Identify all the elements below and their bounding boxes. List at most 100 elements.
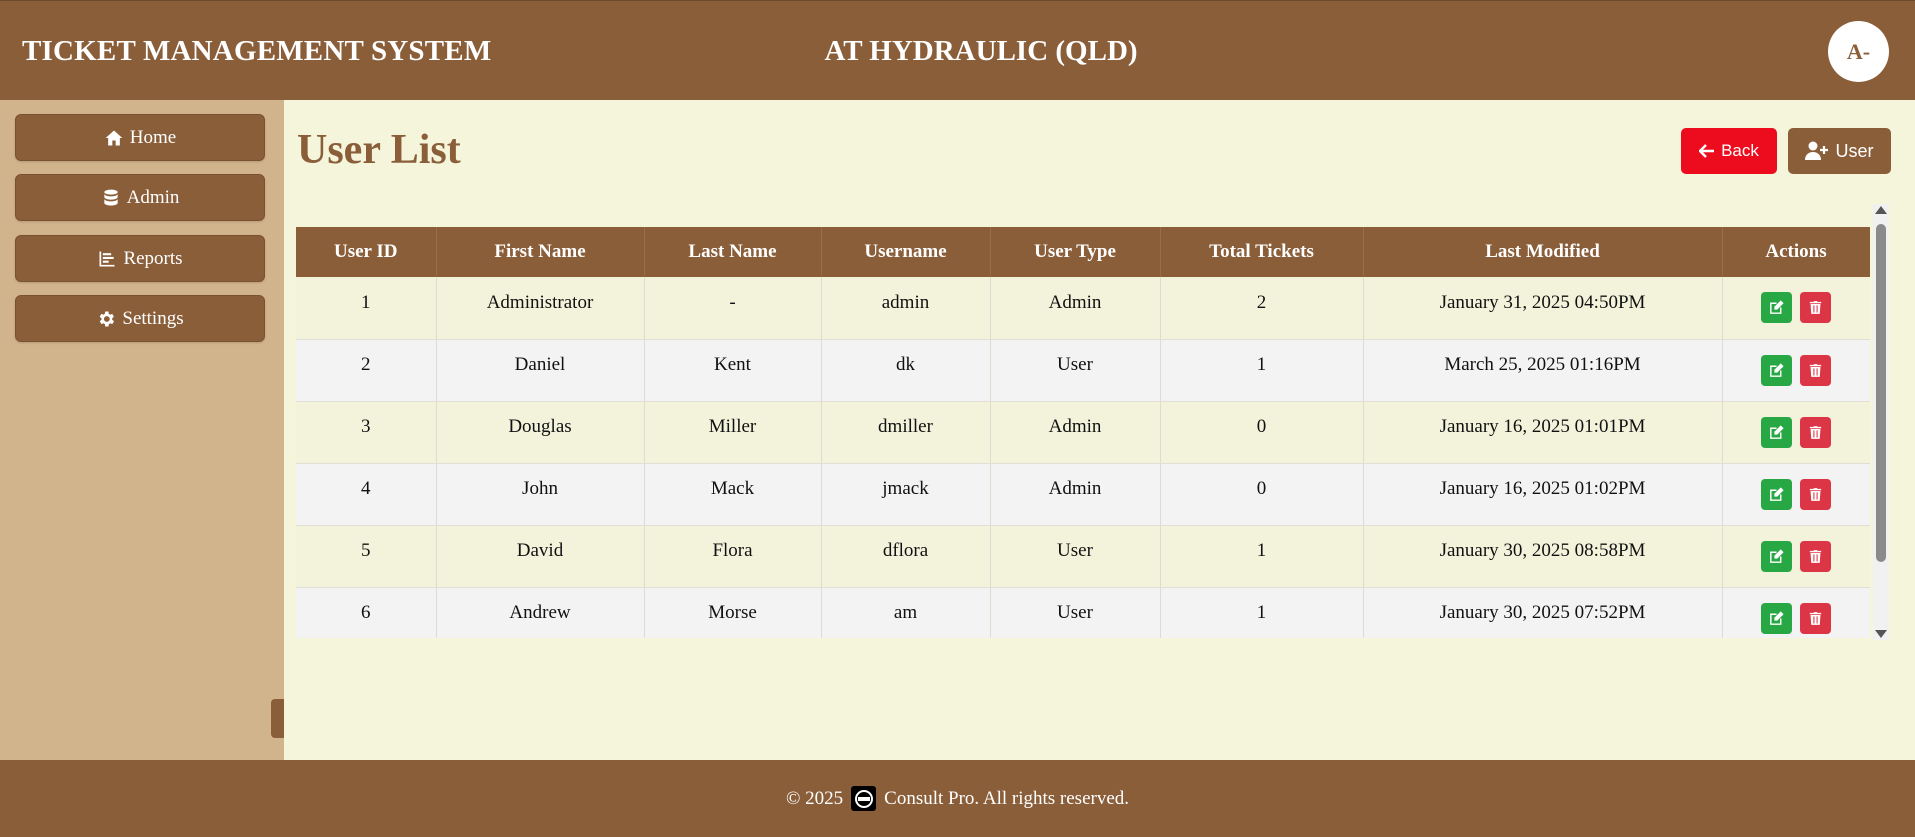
- table-row: 6 Andrew Morse am User 1 January 30, 2025 07:5…: [296, 587, 1870, 638]
- table-cell-modified: January 30, 2025 08:58PM: [1363, 525, 1723, 588]
- table-cell-first: Douglas: [436, 401, 645, 464]
- user-avatar[interactable]: A-: [1828, 21, 1889, 82]
- edit-button[interactable]: [1761, 354, 1792, 386]
- table-cell-first: Administrator: [436, 277, 645, 340]
- table-cell-id: 1: [296, 277, 437, 340]
- sidebar-item-label: Admin: [126, 186, 180, 208]
- back-button[interactable]: Back: [1681, 128, 1777, 174]
- edit-icon: [1770, 610, 1784, 625]
- table-body: 1 Administrator - admin Admin 2 January 31, 20…: [296, 277, 1870, 638]
- table-cell-last: Morse: [644, 587, 822, 638]
- table-scrollbar[interactable]: [1873, 204, 1889, 640]
- edit-icon: [1770, 362, 1784, 377]
- delete-button[interactable]: [1800, 416, 1831, 448]
- edit-button[interactable]: [1761, 292, 1792, 324]
- trash-icon: [1809, 363, 1822, 377]
- table-row: 5 David Flora dflora User 1 January 30, 2025 0…: [296, 525, 1870, 588]
- edit-button[interactable]: [1761, 416, 1792, 448]
- trash-icon: [1809, 425, 1822, 439]
- table-cell-type: User: [990, 525, 1161, 588]
- sidebar-item-label: Home: [129, 126, 177, 148]
- delete-button[interactable]: [1800, 540, 1831, 572]
- scroll-down-icon[interactable]: [1875, 630, 1887, 638]
- column-header[interactable]: User ID: [296, 227, 437, 277]
- gear-icon: [100, 311, 115, 326]
- table-row: 1 Administrator - admin Admin 2 January 31, 20…: [296, 277, 1870, 340]
- scroll-up-icon[interactable]: [1875, 206, 1887, 214]
- column-header[interactable]: Total Tickets: [1160, 227, 1364, 277]
- database-icon: [103, 189, 118, 205]
- delete-button[interactable]: [1800, 292, 1831, 324]
- table-cell-first: John: [436, 463, 645, 526]
- user-table-container: User ID First Name Last Name Username Us…: [296, 227, 1870, 638]
- table-cell-last: Mack: [644, 463, 822, 526]
- table-cell-modified: January 30, 2025 07:52PM: [1363, 587, 1723, 638]
- table-cell-modified: January 16, 2025 01:02PM: [1363, 463, 1723, 526]
- home-icon: [105, 130, 123, 145]
- top-header: TICKET MANAGEMENT SYSTEM AT HYDRAULIC (Q…: [0, 0, 1915, 100]
- user-table: User ID First Name Last Name Username Us…: [296, 227, 1870, 638]
- column-header[interactable]: Username: [821, 227, 991, 277]
- table-row: 2 Daniel Kent dk User 1 March 25, 2025 01:16PM: [296, 339, 1870, 402]
- table-cell-first: Andrew: [436, 587, 645, 638]
- page-title: User List: [297, 127, 461, 173]
- table-cell-first: Daniel: [436, 339, 645, 402]
- edit-icon: [1770, 486, 1784, 501]
- trash-icon: [1809, 301, 1822, 315]
- table-cell-actions: [1722, 277, 1870, 340]
- column-header[interactable]: Last Name: [644, 227, 822, 277]
- edit-icon: [1770, 424, 1784, 439]
- arrow-left-icon: [1699, 144, 1715, 158]
- column-header: Actions: [1722, 227, 1870, 277]
- table-cell-actions: [1722, 587, 1870, 638]
- table-cell-last: Kent: [644, 339, 822, 402]
- table-cell-actions: [1722, 463, 1870, 526]
- table-cell-username: admin: [821, 277, 991, 340]
- table-cell-type: User: [990, 587, 1161, 638]
- table-cell-tickets: 2: [1160, 277, 1364, 340]
- table-cell-tickets: 1: [1160, 339, 1364, 402]
- table-cell-username: jmack: [821, 463, 991, 526]
- table-cell-type: User: [990, 339, 1161, 402]
- company-logo-icon: [851, 786, 877, 811]
- edit-button[interactable]: [1761, 478, 1792, 510]
- table-cell-last: Miller: [644, 401, 822, 464]
- table-cell-id: 5: [296, 525, 437, 588]
- column-header[interactable]: First Name: [436, 227, 645, 277]
- table-cell-modified: March 25, 2025 01:16PM: [1363, 339, 1723, 402]
- table-cell-username: dmiller: [821, 401, 991, 464]
- sidebar-item-label: Reports: [123, 247, 183, 269]
- table-header-row: User ID First Name Last Name Username Us…: [296, 227, 1870, 277]
- delete-button[interactable]: [1800, 602, 1831, 634]
- table-cell-username: am: [821, 587, 991, 638]
- table-cell-first: David: [436, 525, 645, 588]
- table-cell-last: Flora: [644, 525, 822, 588]
- table-cell-modified: January 16, 2025 01:01PM: [1363, 401, 1723, 464]
- table-cell-tickets: 1: [1160, 587, 1364, 638]
- back-button-label: Back: [1721, 141, 1759, 160]
- sidebar-item-reports[interactable]: Reports: [15, 235, 265, 282]
- add-user-button[interactable]: User: [1788, 128, 1891, 174]
- chart-icon: [99, 251, 115, 266]
- sidebar-item-settings[interactable]: Settings: [15, 295, 265, 342]
- table-cell-modified: January 31, 2025 04:50PM: [1363, 277, 1723, 340]
- table-cell-id: 4: [296, 463, 437, 526]
- sidebar-item-admin[interactable]: Admin: [15, 174, 265, 221]
- column-header[interactable]: User Type: [990, 227, 1161, 277]
- edit-icon: [1770, 300, 1784, 315]
- column-header[interactable]: Last Modified: [1363, 227, 1723, 277]
- sidebar-item-home[interactable]: Home: [15, 114, 265, 161]
- edit-icon: [1770, 548, 1784, 563]
- sidebar-item-label: Settings: [122, 307, 184, 329]
- delete-button[interactable]: [1800, 478, 1831, 510]
- table-cell-id: 3: [296, 401, 437, 464]
- delete-button[interactable]: [1800, 354, 1831, 386]
- edit-button[interactable]: [1761, 602, 1792, 634]
- table-row: 3 Douglas Miller dmiller Admin 0 January 16, 2…: [296, 401, 1870, 464]
- edit-button[interactable]: [1761, 540, 1792, 572]
- user-plus-icon: [1805, 141, 1829, 160]
- table-cell-tickets: 0: [1160, 463, 1364, 526]
- table-cell-tickets: 0: [1160, 401, 1364, 464]
- scroll-thumb[interactable]: [1876, 224, 1886, 562]
- table-cell-actions: [1722, 339, 1870, 402]
